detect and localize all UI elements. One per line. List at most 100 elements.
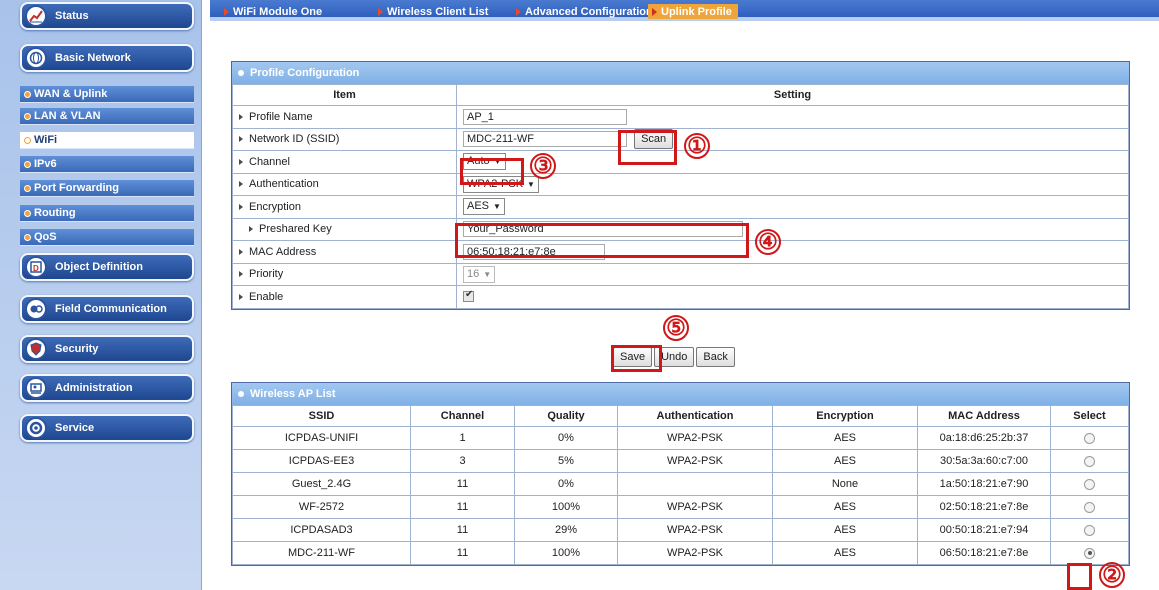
encryption-cell: None xyxy=(772,472,918,496)
preshared-key-label: Preshared Key xyxy=(259,223,332,236)
encryption-cell: AES xyxy=(772,495,918,519)
profile-configuration-table: Item Setting Profile Name AP_1 Network I… xyxy=(232,84,1129,309)
quality-cell: 0% xyxy=(514,426,618,450)
scan-highlight-box xyxy=(618,130,677,165)
ssid-cell: ICPDASAD3 xyxy=(232,518,411,542)
column-header-item: Item xyxy=(232,84,457,106)
tab-label: Advanced Configuration xyxy=(525,5,653,18)
select-cell xyxy=(1050,518,1129,542)
nav-status[interactable]: Status xyxy=(20,2,194,30)
arrow-icon xyxy=(378,7,383,16)
nav-ipv6[interactable]: IPv6 xyxy=(20,156,194,173)
bullet-icon xyxy=(24,112,31,120)
select-radio[interactable] xyxy=(1084,524,1095,536)
quality-cell: 5% xyxy=(514,449,618,473)
nav-wan-uplink[interactable]: WAN & Uplink xyxy=(20,86,194,103)
select-cell xyxy=(1050,426,1129,450)
bullet-icon xyxy=(24,233,31,241)
table-row: ICPDAS-UNIFI 1 0% WPA2-PSK AES 0a:18:d6:… xyxy=(232,426,1129,450)
authentication-cell: WPA2-PSK xyxy=(617,541,773,565)
arrow-icon xyxy=(249,226,253,233)
tab-advanced-configuration[interactable]: Advanced Configuration xyxy=(516,4,653,19)
preshared-key-highlight-box xyxy=(455,223,749,258)
save-highlight-box xyxy=(611,345,662,372)
nav-qos-label: QoS xyxy=(34,231,57,243)
ssid-cell: ICPDAS-UNIFI xyxy=(232,426,411,450)
bullet-icon xyxy=(24,209,31,217)
select-radio-selected[interactable] xyxy=(1084,547,1095,559)
table-row: Guest_2.4G 11 0% None 1a:50:18:21:e7:90 xyxy=(232,472,1129,496)
encryption-cell: AES xyxy=(772,449,918,473)
step-1-marker: ① xyxy=(684,133,710,159)
field-communication-icon xyxy=(25,298,47,320)
ssid-cell: WF-2572 xyxy=(232,495,411,519)
nav-ipv6-label: IPv6 xyxy=(34,158,57,170)
select-radio[interactable] xyxy=(1084,501,1095,513)
nav-administration[interactable]: Administration xyxy=(20,374,194,402)
profile-name-cell: AP_1 xyxy=(456,105,1129,129)
tab-wifi-module-one[interactable]: WiFi Module One xyxy=(224,4,322,19)
mac-address-cell: 00:50:18:21:e7:94 xyxy=(917,518,1051,542)
ssid-input[interactable]: MDC-211-WF xyxy=(463,131,627,148)
arrow-icon xyxy=(239,203,243,210)
priority-select[interactable]: 16 ▼ xyxy=(463,265,496,283)
enable-label-cell: Enable xyxy=(232,285,457,309)
nav-lan-vlan[interactable]: LAN & VLAN xyxy=(20,108,194,125)
nav-field-communication[interactable]: Field Communication xyxy=(20,295,194,323)
authentication-cell: WPA2-PSK xyxy=(617,518,773,542)
profile-name-input[interactable]: AP_1 xyxy=(463,108,627,125)
encryption-select[interactable]: AES ▼ xyxy=(463,198,505,216)
column-header-channel: Channel xyxy=(410,405,515,427)
tab-wireless-client-list[interactable]: Wireless Client List xyxy=(378,4,488,19)
select-cell xyxy=(1050,495,1129,519)
enable-checkbox[interactable] xyxy=(463,289,474,303)
mac-address-label-cell: MAC Address xyxy=(232,240,457,264)
channel-cell: 11 xyxy=(410,541,515,565)
wireless-ap-list-header: Wireless AP List xyxy=(232,383,1129,405)
tab-uplink-profile[interactable]: Uplink Profile xyxy=(648,4,738,19)
back-button[interactable]: Back xyxy=(696,347,735,367)
encryption-label: Encryption xyxy=(249,200,301,213)
arrow-icon xyxy=(239,181,243,188)
chevron-down-icon: ▼ xyxy=(493,202,501,212)
column-header-quality: Quality xyxy=(514,405,618,427)
nav-basic-network[interactable]: Basic Network xyxy=(20,44,194,72)
nav-security[interactable]: Security xyxy=(20,335,194,363)
arrow-icon xyxy=(224,7,229,16)
nav-qos[interactable]: QoS xyxy=(20,229,194,246)
column-header-authentication: Authentication xyxy=(617,405,773,427)
encryption-label-cell: Encryption xyxy=(232,195,457,219)
chevron-down-icon: ▼ xyxy=(483,269,492,279)
nav-port-forwarding[interactable]: Port Forwarding xyxy=(20,180,194,197)
select-radio[interactable] xyxy=(1084,455,1095,467)
nav-wifi[interactable]: WiFi xyxy=(20,132,194,149)
arrow-icon xyxy=(239,113,243,120)
column-header-mac-address: MAC Address xyxy=(917,405,1051,427)
app-root: Status Basic Network WAN & Uplink LAN & … xyxy=(0,0,1159,590)
nav-routing[interactable]: Routing xyxy=(20,205,194,222)
nav-routing-label: Routing xyxy=(34,207,76,219)
network-globe-icon xyxy=(25,47,47,69)
quality-cell: 0% xyxy=(514,472,618,496)
svg-text:D: D xyxy=(33,264,39,273)
encryption-cell: AES xyxy=(772,426,918,450)
authentication-cell xyxy=(617,472,773,496)
panel-title: Profile Configuration xyxy=(250,67,360,79)
select-radio[interactable] xyxy=(1084,432,1095,444)
channel-highlight-box xyxy=(460,158,524,185)
service-gear-icon xyxy=(25,417,47,439)
mac-address-cell: 0a:18:d6:25:2b:37 xyxy=(917,426,1051,450)
bullet-icon xyxy=(24,90,31,98)
quality-cell: 100% xyxy=(514,495,618,519)
nav-service[interactable]: Service xyxy=(20,414,194,442)
column-header-ssid: SSID xyxy=(232,405,411,427)
ssid-cell: MDC-211-WF Scan xyxy=(456,127,1129,151)
table-row: ICPDAS-EE3 3 5% WPA2-PSK AES 30:5a:3a:60… xyxy=(232,449,1129,473)
arrow-icon xyxy=(239,158,243,165)
column-header-setting: Setting xyxy=(456,84,1129,106)
ssid-label: Network ID (SSID) xyxy=(249,133,340,146)
step-5-marker: ⑤ xyxy=(663,315,689,341)
select-radio[interactable] xyxy=(1084,478,1095,490)
encryption-cell: AES xyxy=(772,518,918,542)
nav-object-definition[interactable]: D Object Definition xyxy=(20,253,194,281)
